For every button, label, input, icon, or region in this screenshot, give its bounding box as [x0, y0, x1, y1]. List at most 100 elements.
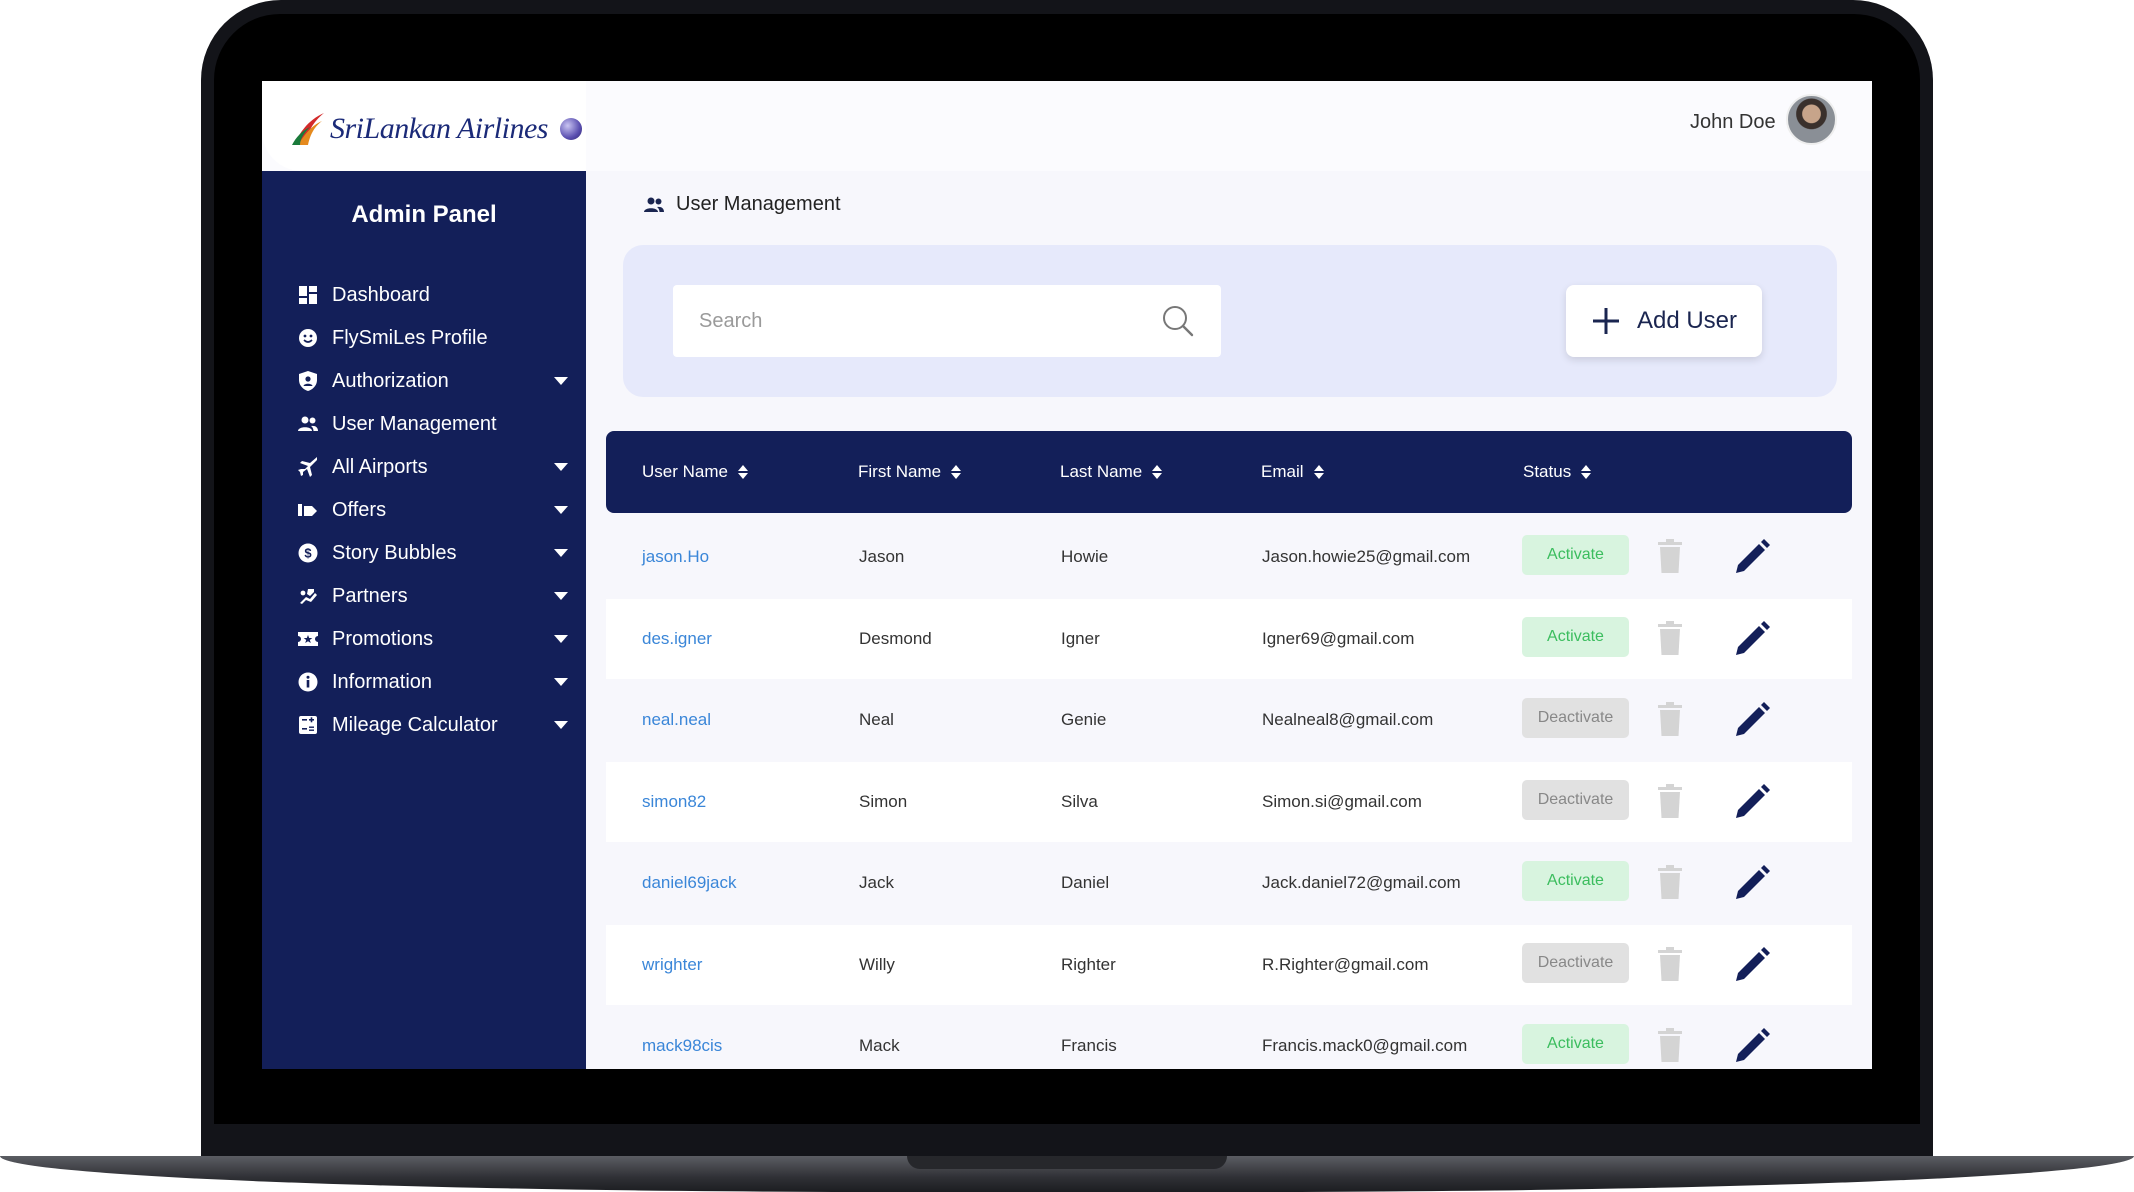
trash-icon[interactable] [1658, 702, 1682, 736]
sidebar-item-label: FlySmiLes Profile [332, 326, 488, 349]
status-toggle-button[interactable]: Deactivate [1522, 942, 1629, 983]
table-row: jason.Ho Jason Howie Jason.howie25@gmail… [606, 517, 1852, 597]
sort-icon[interactable] [1313, 465, 1324, 479]
table-row: simon82 Simon Silva Simon.si@gmail.com D… [606, 761, 1852, 842]
sort-icon[interactable] [1152, 465, 1163, 479]
column-label: Email [1261, 462, 1304, 481]
sidebar-item-mileage-calculator[interactable]: Mileage Calculator [298, 705, 568, 745]
email-cell: Jason.howie25@gmail.com [1262, 547, 1471, 566]
search-icon[interactable] [1161, 304, 1195, 338]
chevron-down-icon[interactable] [554, 721, 568, 729]
plus-icon [1592, 308, 1619, 334]
current-user-name[interactable]: John Doe [1690, 111, 1776, 134]
column-header-email[interactable]: Email [1261, 431, 1324, 513]
sort-icon[interactable] [1581, 465, 1592, 479]
edit-pencil-icon[interactable] [1734, 1026, 1772, 1064]
sidebar-item-label: Information [332, 670, 433, 693]
edit-pencil-icon[interactable] [1734, 863, 1772, 901]
user-avatar[interactable] [1786, 94, 1837, 145]
status-toggle-button[interactable]: Activate [1522, 616, 1629, 657]
trash-icon[interactable] [1658, 1028, 1682, 1062]
sidebar-item-user-management[interactable]: User Management [298, 404, 568, 444]
column-label: User Name [642, 462, 728, 481]
column-header-first-name[interactable]: First Name [858, 431, 962, 513]
chevron-down-icon[interactable] [554, 549, 568, 557]
status-toggle-button[interactable]: Activate [1522, 1024, 1629, 1064]
info-icon [298, 672, 318, 692]
chevron-down-icon[interactable] [554, 463, 568, 471]
sort-icon[interactable] [737, 465, 748, 479]
email-cell: Nealneal8@gmail.com [1262, 710, 1434, 729]
sidebar-item-label: Partners [332, 584, 408, 607]
username-link[interactable]: simon82 [642, 762, 706, 842]
column-header-username[interactable]: User Name [642, 431, 748, 513]
trash-icon[interactable] [1658, 539, 1682, 573]
trash-icon[interactable] [1658, 946, 1682, 981]
sidebar: Admin Panel Dashboard FlySmiLes Profile … [262, 171, 586, 1069]
last-name-cell: Silva [1061, 791, 1098, 811]
sidebar-item-dashboard[interactable]: Dashboard [298, 275, 568, 315]
username-link[interactable]: mack98cis [642, 1006, 722, 1069]
add-user-button[interactable]: Add User [1566, 285, 1762, 357]
sidebar-item-offers[interactable]: Offers [298, 490, 568, 530]
status-toggle-button[interactable]: Deactivate [1522, 698, 1629, 738]
sidebar-item-label: User Management [332, 412, 497, 435]
search-input[interactable] [699, 309, 1161, 333]
edit-pencil-icon[interactable] [1734, 782, 1772, 820]
table-row: neal.neal Neal Genie Nealneal8@gmail.com… [606, 680, 1852, 760]
top-bar: SriLankan Airlines John Doe [262, 81, 1872, 171]
chevron-down-icon[interactable] [554, 377, 568, 385]
column-header-last-name[interactable]: Last Name [1060, 431, 1163, 513]
edit-pencil-icon[interactable] [1734, 619, 1772, 657]
users-icon [644, 197, 664, 212]
first-name-cell: Neal [859, 710, 894, 729]
edit-pencil-icon[interactable] [1734, 945, 1772, 983]
app-screen: SriLankan Airlines John Doe Admin Panel … [262, 81, 1872, 1069]
last-name-cell: Francis [1061, 1036, 1117, 1055]
dollar-icon: $ [298, 543, 318, 563]
sidebar-item-story-bubbles[interactable]: $ Story Bubbles [298, 533, 568, 573]
sidebar-item-information[interactable]: Information [298, 662, 568, 702]
tag-icon [298, 500, 318, 520]
search-box[interactable] [673, 285, 1221, 357]
trash-icon[interactable] [1658, 783, 1682, 818]
table-row: mack98cis Mack Francis Francis.mack0@gma… [606, 1006, 1852, 1069]
sidebar-item-label: Offers [332, 498, 387, 521]
shield-user-icon [298, 371, 318, 391]
sidebar-item-authorization[interactable]: Authorization [298, 361, 568, 401]
chevron-down-icon[interactable] [554, 635, 568, 643]
sidebar-item-all-airports[interactable]: All Airports [298, 447, 568, 487]
chevron-down-icon[interactable] [554, 506, 568, 514]
sidebar-item-promotions[interactable]: Promotions [298, 619, 568, 659]
trash-icon[interactable] [1658, 865, 1682, 899]
status-toggle-button[interactable]: Activate [1522, 535, 1629, 575]
username-link[interactable]: daniel69jack [642, 843, 737, 923]
status-toggle-button[interactable]: Activate [1522, 861, 1629, 901]
chevron-down-icon[interactable] [554, 678, 568, 686]
edit-pencil-icon[interactable] [1734, 700, 1772, 738]
edit-pencil-icon[interactable] [1734, 537, 1772, 575]
username-link[interactable]: neal.neal [642, 680, 711, 760]
column-label: Status [1523, 462, 1572, 481]
column-header-status[interactable]: Status [1523, 431, 1592, 513]
username-link[interactable]: wrighter [642, 925, 702, 1005]
table-header: User Name First Name Last Name Email Sta… [606, 431, 1852, 513]
sidebar-item-partners[interactable]: Partners [298, 576, 568, 616]
username-link[interactable]: des.igner [642, 599, 712, 679]
dashboard-icon [298, 285, 318, 305]
sidebar-item-label: Promotions [332, 627, 434, 650]
trash-icon[interactable] [1658, 620, 1682, 655]
sidebar-item-flysmiles-profile[interactable]: FlySmiLes Profile [298, 318, 568, 358]
table-row: wrighter Willy Righter R.Righter@gmail.c… [606, 924, 1852, 1005]
airline-logo[interactable]: SriLankan Airlines [290, 109, 582, 149]
page-title-text: User Management [676, 193, 841, 215]
table-row: des.igner Desmond Igner Igner69@gmail.co… [606, 598, 1852, 679]
sidebar-item-label: Authorization [332, 369, 449, 392]
status-toggle-button[interactable]: Deactivate [1522, 779, 1629, 820]
chevron-down-icon[interactable] [554, 592, 568, 600]
sidebar-item-label: Dashboard [332, 283, 430, 306]
email-cell: Igner69@gmail.com [1262, 628, 1415, 648]
username-link[interactable]: jason.Ho [642, 517, 709, 597]
calculator-icon [298, 715, 318, 735]
sort-icon[interactable] [951, 465, 962, 479]
